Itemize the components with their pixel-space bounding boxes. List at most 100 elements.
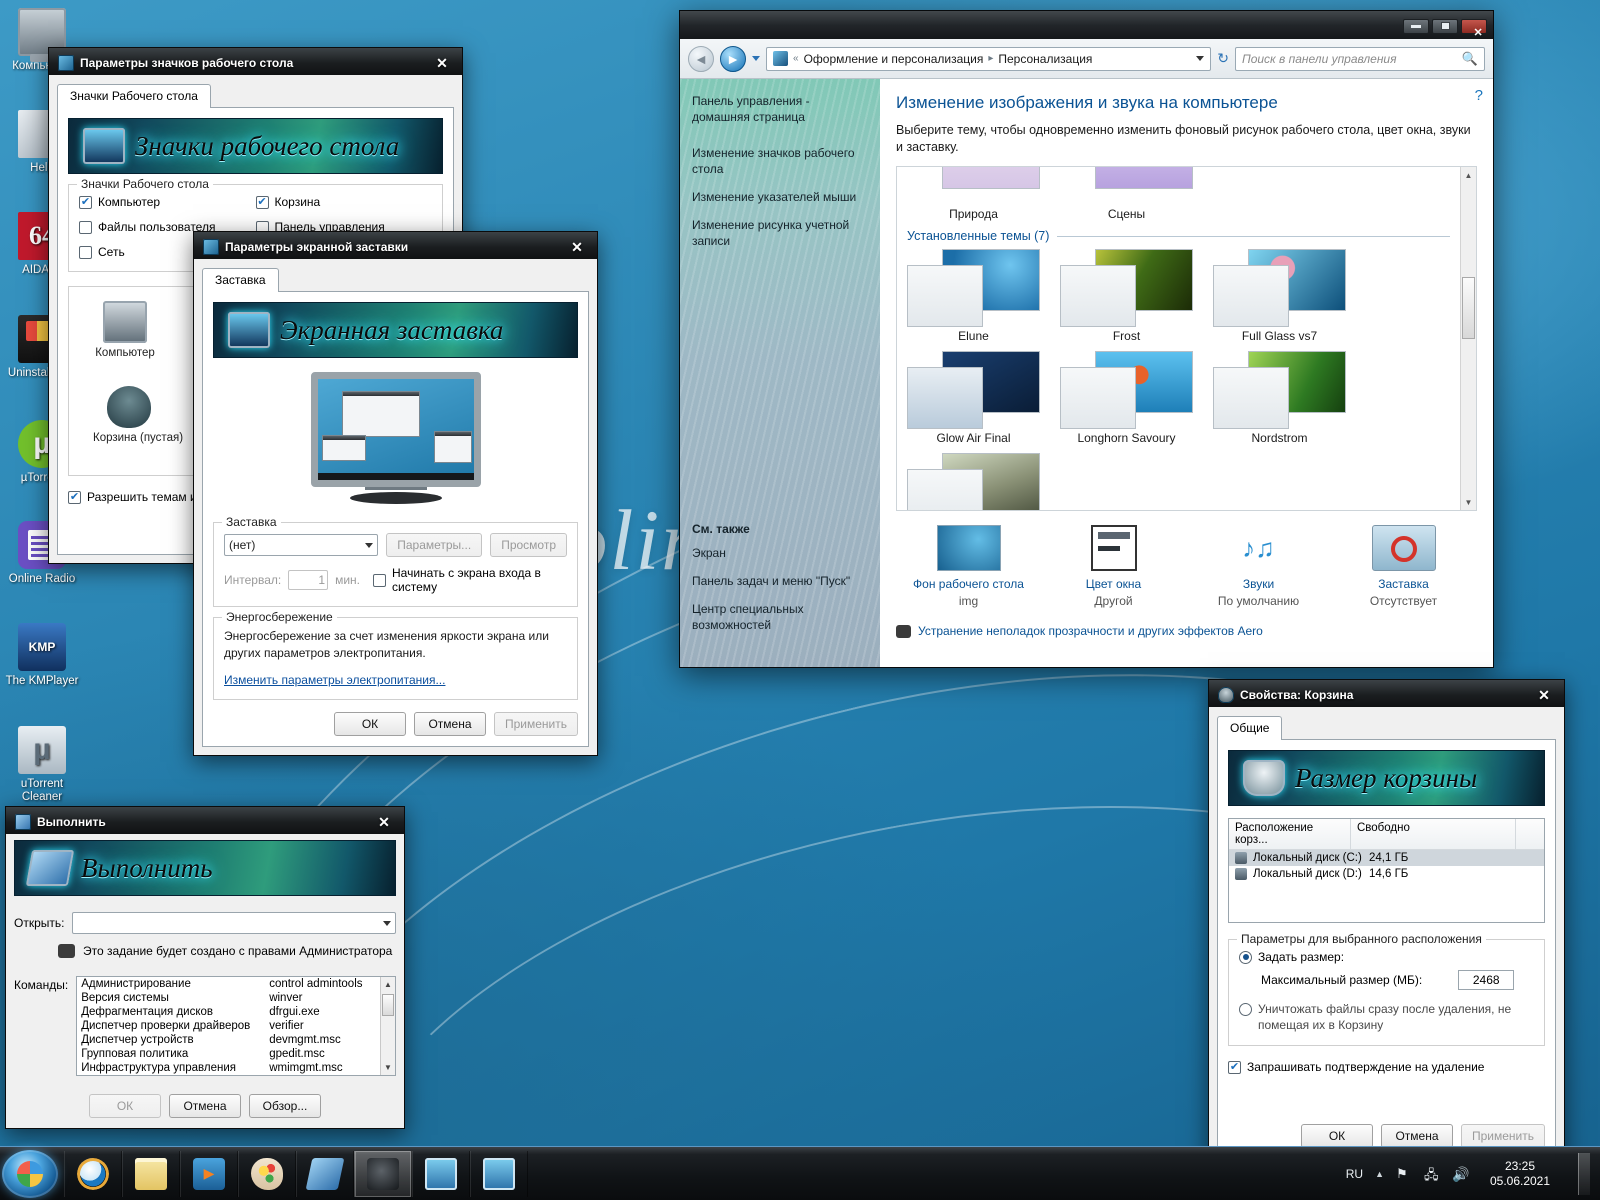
chevron-down-icon[interactable] — [1196, 56, 1205, 61]
network-icon[interactable]: 🖧 — [1424, 1166, 1440, 1182]
sidebar-item-desktop-icons[interactable]: Изменение значков рабочего стола — [692, 145, 868, 177]
run-dialog[interactable]: Выполнить ✕ Выполнить Открыть: Это задан… — [5, 806, 405, 1129]
language-indicator[interactable]: RU — [1346, 1167, 1363, 1181]
sidebar-item-display[interactable]: Экран — [692, 545, 868, 561]
ok-button[interactable]: ОК — [333, 712, 406, 736]
breadcrumb[interactable]: « Оформление и персонализация ▸ Персонал… — [766, 46, 1212, 71]
checkbox-recycle-bin[interactable]: Корзина — [255, 195, 433, 209]
sidebar-item-ease-of-access[interactable]: Центр специальных возможностей — [692, 601, 868, 633]
browse-button[interactable]: Обзор... — [249, 1094, 321, 1118]
checkbox-logon-screen[interactable]: Начинать с экрана входа в систему — [373, 566, 567, 594]
table-row[interactable]: Локальный диск (C:) 24,1 ГБ — [1229, 850, 1544, 866]
checkbox-computer[interactable]: Компьютер — [79, 195, 256, 209]
close-button[interactable]: ✕ — [1531, 686, 1557, 704]
list-item[interactable]: Диспетчер устройств devmgmt.msc — [77, 1033, 395, 1047]
list-item[interactable]: Администрирование control admintools — [77, 977, 395, 991]
back-button[interactable]: ◄ — [688, 45, 714, 72]
option-screensaver[interactable]: Заставка Отсутствует — [1331, 525, 1476, 608]
minimize-button[interactable] — [1403, 18, 1429, 34]
taskbar-button-run[interactable] — [296, 1150, 354, 1197]
commands-list[interactable]: Администрирование control admintools Верс… — [76, 976, 396, 1076]
recycle-bin-properties-dialog[interactable]: Свойства: Корзина ✕ Общие Размер корзины… — [1208, 679, 1565, 1168]
sidebar-item-account-picture[interactable]: Изменение рисунка учетной записи — [692, 217, 868, 249]
close-button[interactable]: ✕ — [429, 54, 455, 72]
theme-item[interactable]: Full Glass vs7 — [1213, 249, 1346, 343]
dialog-titlebar[interactable]: Параметры экранной заставки ✕ — [197, 235, 594, 259]
list-item[interactable]: Версия системы winver — [77, 991, 395, 1005]
close-button[interactable]: ✕ — [371, 813, 397, 831]
refresh-icon[interactable]: ↻ — [1217, 50, 1229, 67]
open-input[interactable] — [72, 912, 396, 934]
ok-button[interactable]: ОК — [89, 1094, 161, 1118]
cancel-button[interactable]: Отмена — [413, 712, 486, 736]
volume-icon[interactable]: 🔊 — [1452, 1166, 1469, 1182]
drive-table[interactable]: Расположение корз... Свободно Локальный … — [1228, 818, 1545, 923]
taskbar-button-media-player[interactable] — [180, 1150, 238, 1197]
theme-item[interactable]: Longhorn Savoury — [1060, 351, 1193, 445]
theme-item[interactable]: Сцены — [1060, 167, 1193, 221]
breadcrumb-appearance[interactable]: Оформление и персонализация — [804, 52, 984, 66]
settings-button[interactable]: Параметры... — [386, 533, 483, 557]
cancel-button[interactable]: Отмена — [1380, 1124, 1453, 1148]
breadcrumb-root[interactable]: « — [793, 53, 799, 64]
scrollbar-thumb[interactable] — [1462, 277, 1475, 339]
table-row[interactable]: Локальный диск (D:) 14,6 ГБ — [1229, 866, 1544, 882]
start-button[interactable] — [2, 1149, 58, 1198]
breadcrumb-personalization[interactable]: Персонализация — [998, 52, 1092, 66]
checkbox-confirm-delete[interactable]: Запрашивать подтверждение на удаление — [1228, 1060, 1545, 1074]
taskbar-button-personalization-1[interactable] — [412, 1150, 470, 1197]
scroll-down-icon[interactable]: ▼ — [1461, 494, 1476, 510]
sidebar-item-mouse-pointers[interactable]: Изменение указателей мыши — [692, 189, 868, 205]
cancel-button[interactable]: Отмена — [169, 1094, 241, 1118]
list-item[interactable]: Групповая политика gpedit.msc — [77, 1047, 395, 1061]
show-desktop-button[interactable] — [1578, 1152, 1590, 1195]
sidebar-item-taskbar[interactable]: Панель задач и меню "Пуск" — [692, 573, 868, 589]
interval-stepper[interactable]: 1 — [288, 570, 329, 590]
taskbar-button-personalization-2[interactable] — [470, 1150, 528, 1197]
taskbar-button-internet-explorer[interactable] — [64, 1150, 122, 1197]
theme-item[interactable]: Frost — [1060, 249, 1193, 343]
scroll-up-icon[interactable]: ▲ — [1461, 167, 1476, 183]
tab-screensaver[interactable]: Заставка — [202, 268, 279, 292]
dialog-titlebar[interactable]: Свойства: Корзина ✕ — [1212, 683, 1561, 707]
dialog-titlebar[interactable]: Параметры значков рабочего стола ✕ — [52, 51, 459, 75]
radio-destroy-immediately[interactable]: Уничтожать файлы сразу после удаления, н… — [1239, 1001, 1534, 1033]
theme-item[interactable]: Glow Air Final — [907, 351, 1040, 445]
action-center-icon[interactable]: ⚑ — [1396, 1166, 1412, 1182]
theme-item[interactable]: Elune — [907, 249, 1040, 343]
desktop-icon-utorrent-cleaner[interactable]: µ uTorrent Cleaner — [4, 726, 80, 804]
ok-button[interactable]: ОК — [1300, 1124, 1373, 1148]
preview-item-computer[interactable]: Компьютер — [83, 301, 167, 360]
themes-list[interactable]: Природа Сцены Установленные темы (7) Elu… — [896, 166, 1477, 511]
option-desktop-background[interactable]: Фон рабочего стола img — [896, 525, 1041, 608]
taskbar-button-explorer[interactable] — [122, 1150, 180, 1197]
list-item[interactable]: Диспетчер проверки драйверов verifier — [77, 1019, 395, 1033]
screensaver-dialog[interactable]: Параметры экранной заставки ✕ Заставка Э… — [193, 231, 598, 756]
list-item[interactable]: Дефрагментация дисков dfrgui.exe — [77, 1005, 395, 1019]
themes-scrollbar[interactable]: ▲ ▼ — [1460, 167, 1476, 510]
search-input[interactable]: Поиск в панели управления 🔍 — [1235, 46, 1485, 71]
clock[interactable]: 23:25 05.06.2021 — [1480, 1159, 1560, 1189]
close-button[interactable]: ✕ — [564, 238, 590, 256]
maximize-button[interactable] — [1432, 18, 1458, 34]
screensaver-select[interactable]: (нет) — [224, 534, 379, 556]
theme-item[interactable]: Radiance — [907, 453, 1040, 510]
tab-general[interactable]: Общие — [1217, 716, 1283, 740]
taskbar-button-settings[interactable] — [354, 1150, 412, 1197]
theme-item[interactable]: Природа — [907, 167, 1040, 221]
forward-button[interactable]: ► — [720, 45, 746, 72]
desktop-icon-kmplayer[interactable]: KMP The KMPlayer — [4, 623, 80, 688]
list-item[interactable]: Инфраструктура управления wmimgmt.msc — [77, 1061, 395, 1075]
window-titlebar[interactable]: ✕ — [682, 13, 1491, 39]
preview-button[interactable]: Просмотр — [490, 533, 567, 557]
theme-item[interactable]: Nordstrom — [1213, 351, 1346, 445]
option-sounds[interactable]: ♪♫ Звуки По умолчанию — [1186, 525, 1331, 609]
aero-troubleshoot-link[interactable]: Устранение неполадок прозрачности и друг… — [896, 624, 1477, 638]
apply-button[interactable]: Применить — [1460, 1124, 1545, 1148]
apply-button[interactable]: Применить — [493, 712, 578, 736]
sidebar-item-home[interactable]: Панель управления - домашняя страница — [692, 93, 868, 125]
recent-pages-icon[interactable] — [752, 56, 760, 61]
list-scrollbar[interactable]: ▲ ▼ — [380, 977, 395, 1075]
power-settings-link[interactable]: Изменить параметры электропитания... — [224, 673, 567, 687]
dialog-titlebar[interactable]: Выполнить ✕ — [9, 810, 401, 834]
